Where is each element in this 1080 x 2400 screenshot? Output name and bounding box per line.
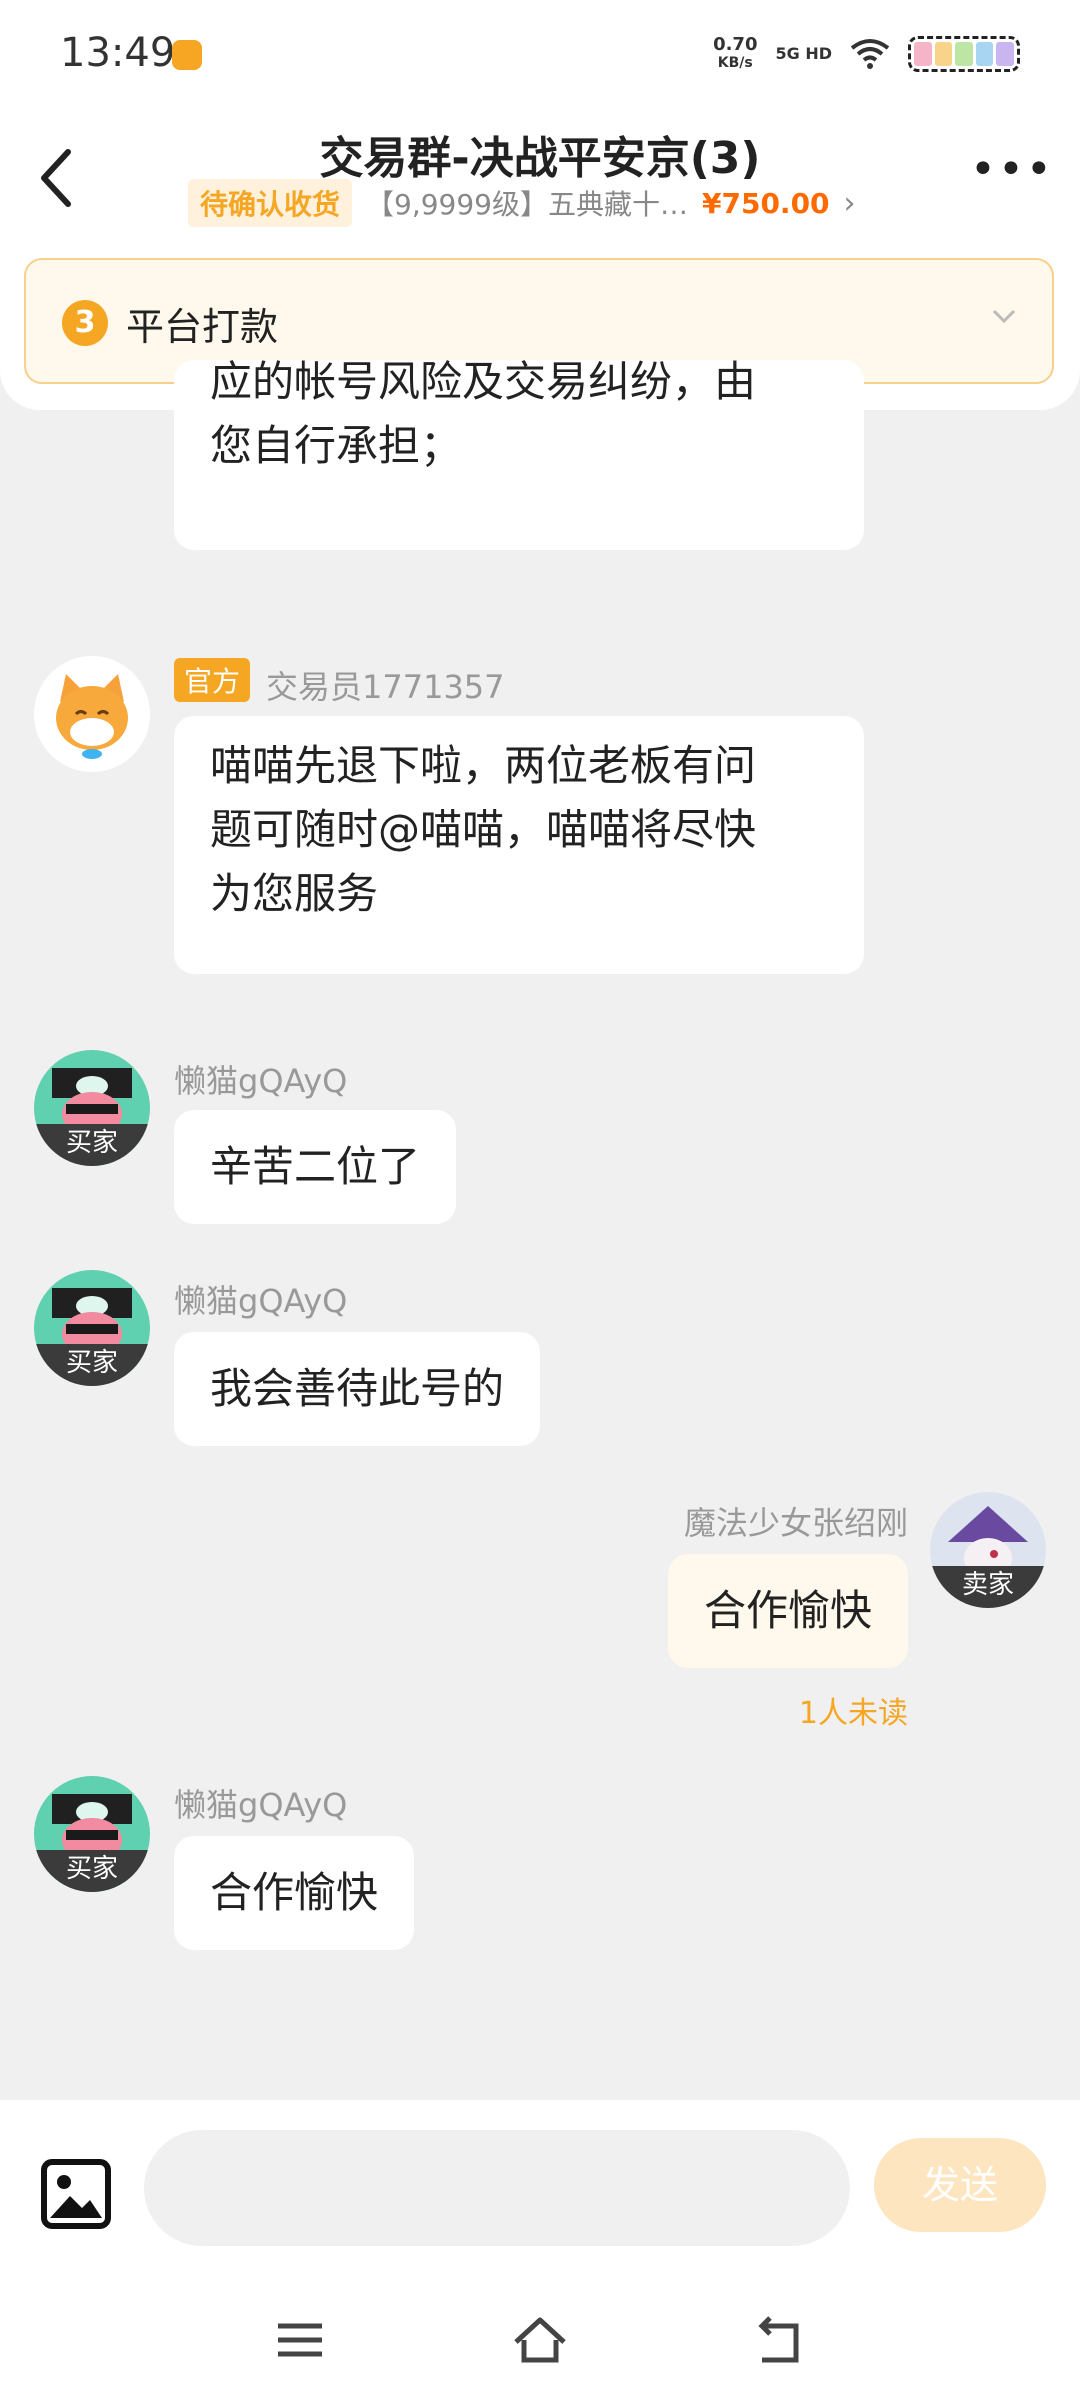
app-notification-icon	[172, 40, 202, 70]
role-badge: 买家	[34, 1124, 150, 1166]
status-indicators: 0.70 KB/s 5G HD	[713, 36, 1020, 72]
role-badge: 卖家	[930, 1566, 1046, 1608]
image-icon[interactable]	[40, 2158, 112, 2230]
avatar[interactable]: 卖家	[930, 1492, 1046, 1608]
send-button[interactable]: 发送	[874, 2138, 1046, 2232]
net-speed: 0.70 KB/s	[713, 34, 758, 72]
avatar[interactable]: 买家	[34, 1776, 150, 1892]
order-status-badge: 待确认收货	[188, 179, 353, 227]
back-nav-icon[interactable]	[750, 2310, 810, 2370]
input-bar: 发送	[0, 2100, 1080, 2270]
battery-icon	[908, 36, 1020, 72]
cat-mascot-icon	[36, 658, 148, 770]
sender-name: 魔法少女张绍刚	[683, 1504, 908, 1542]
sender-name: 交易员1771357	[266, 668, 505, 706]
cellular-signal-icon: 5G HD	[775, 44, 832, 63]
message-bubble: 合作愉快	[667, 1554, 908, 1668]
step-number-badge: 3	[62, 300, 108, 346]
sender-name: 懒猫gQAyQ	[174, 1786, 348, 1824]
wifi-icon	[850, 39, 890, 69]
order-summary[interactable]: 待确认收货 【9,9999级】五典藏十… ¥750.00 ›	[188, 178, 856, 228]
avatar[interactable]: 买家	[34, 1270, 150, 1386]
read-status: 1人未读	[798, 1696, 908, 1731]
order-price: ¥750.00	[702, 186, 830, 220]
system-nav-bar	[0, 2270, 1080, 2400]
message-bubble: 喵喵先退下啦，两位老板有问 题可随时@喵喵，喵喵将尽快 为您服务	[174, 716, 864, 974]
avatar[interactable]: 买家	[34, 1050, 150, 1166]
message-bubble: 合作愉快	[174, 1836, 415, 1950]
home-icon[interactable]	[510, 2310, 570, 2370]
chevron-right-icon: ›	[843, 185, 856, 221]
product-name: 【9,9999级】五典藏十…	[366, 188, 688, 221]
role-badge: 买家	[34, 1344, 150, 1386]
message-bubble: 辛苦二位了	[174, 1110, 457, 1224]
step-label: 平台打款	[126, 305, 279, 349]
chat-header: 交易群-决战平安京(3) ••• 待确认收货 【9,9999级】五典藏十… ¥7…	[0, 110, 1080, 260]
status-time: 13:49	[60, 30, 176, 76]
role-badge: 买家	[34, 1850, 150, 1892]
official-tag: 官方	[174, 658, 251, 702]
message-bubble: 我会善待此号的	[174, 1332, 541, 1446]
more-dots-icon[interactable]: •••	[970, 148, 1052, 192]
avatar[interactable]	[34, 656, 150, 772]
sender-name: 懒猫gQAyQ	[174, 1062, 348, 1100]
menu-icon[interactable]	[270, 2310, 330, 2370]
chat-title: 交易群-决战平安京(3)	[319, 133, 761, 184]
chevron-down-icon[interactable]	[990, 302, 1018, 330]
sender-name: 懒猫gQAyQ	[174, 1282, 348, 1320]
status-bar: 13:49 0.70 KB/s 5G HD	[0, 0, 1080, 110]
message-bubble: 应的帐号风险及交易纠纷，由 您自行承担；	[174, 360, 864, 550]
message-input[interactable]	[144, 2130, 850, 2246]
